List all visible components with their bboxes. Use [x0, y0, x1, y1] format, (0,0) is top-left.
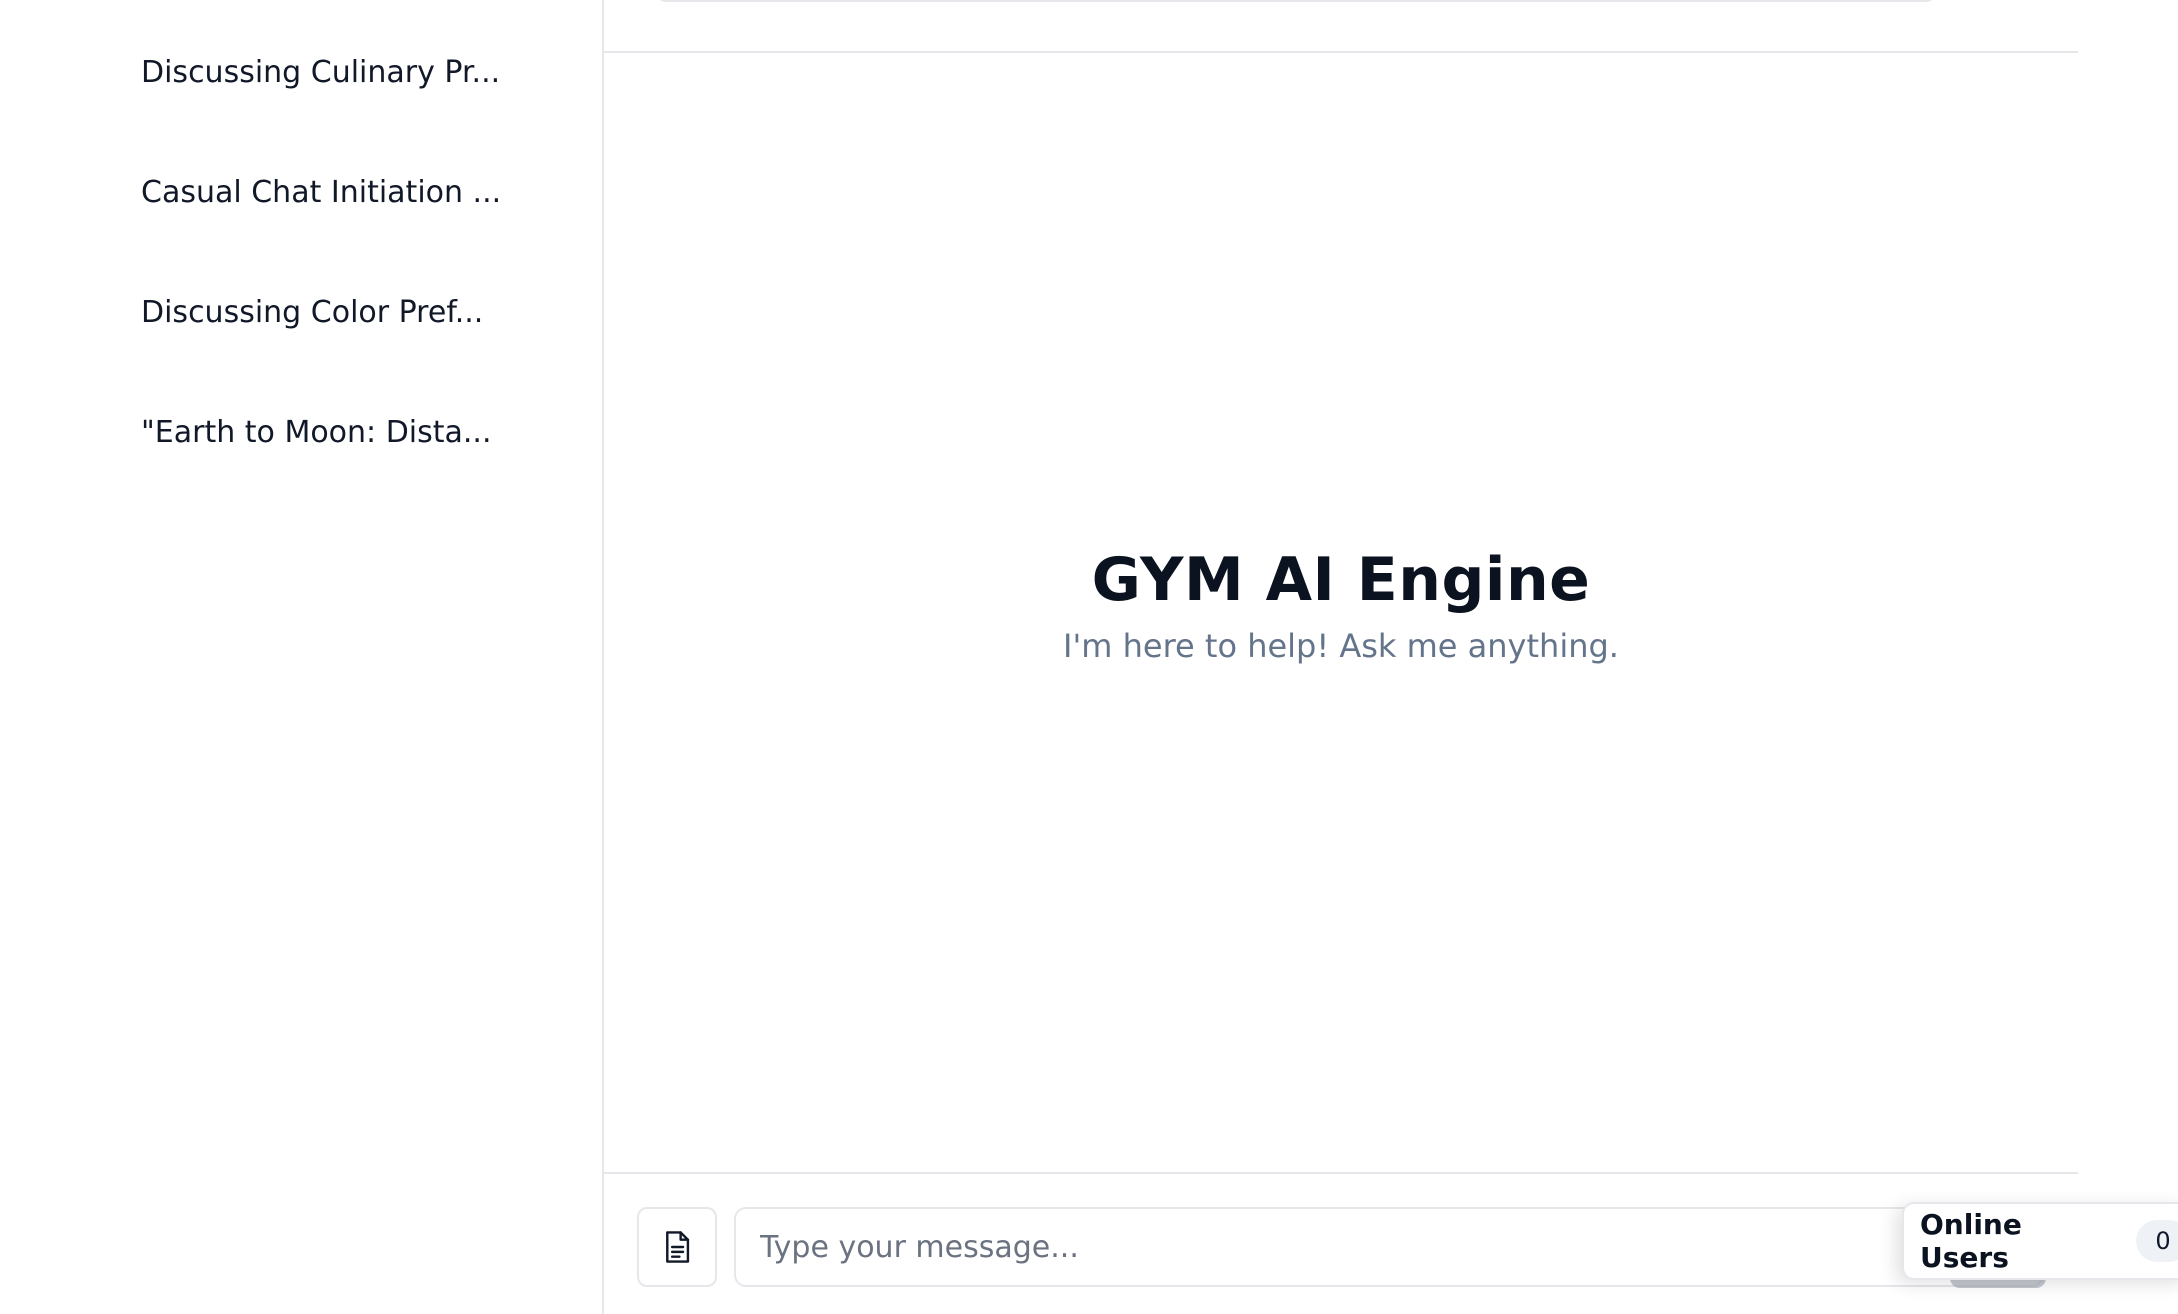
chat-history-item[interactable]: Discussing Color Pref... — [141, 283, 561, 343]
header-divider — [604, 51, 2078, 53]
welcome-hero: GYM AI Engine I'm here to help! Ask me a… — [604, 540, 2078, 668]
attach-document-button[interactable] — [637, 1207, 717, 1287]
online-users-widget[interactable]: Online Users 0 — [1902, 1202, 2178, 1280]
chat-history-item[interactable]: "Earth to Moon: Dista... — [141, 403, 561, 463]
page-subtitle: I'm here to help! Ask me anything. — [1063, 627, 1619, 665]
chat-main: GYM AI Engine I'm here to help! Ask me a… — [604, 0, 2078, 1314]
app-root: Discussing Culinary Pr... Casual Chat In… — [0, 0, 2178, 1314]
document-icon — [666, 1231, 690, 1263]
composer-divider — [604, 1172, 2078, 1174]
message-input[interactable] — [734, 1207, 2044, 1287]
chat-history-item[interactable]: Casual Chat Initiation ... — [141, 163, 561, 223]
header-bar-edge — [656, 0, 1936, 2]
online-users-label: Online Users — [1920, 1208, 2022, 1274]
right-gutter — [2078, 0, 2178, 1314]
sidebar: Discussing Culinary Pr... Casual Chat In… — [0, 0, 604, 1314]
page-title: GYM AI Engine — [1091, 545, 1591, 615]
online-users-count-badge: 0 — [2136, 1220, 2178, 1262]
chat-history-item[interactable]: Discussing Culinary Pr... — [141, 43, 561, 103]
